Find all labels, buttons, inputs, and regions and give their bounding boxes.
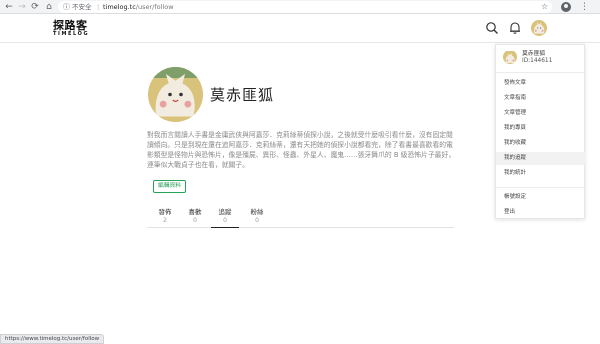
tab-label: 喜歡 (188, 208, 202, 216)
profile-name: 莫赤匪狐 (210, 86, 275, 104)
security-label: 不安全 (72, 3, 92, 11)
tab-count: 0 (193, 217, 197, 224)
tab-count: 0 (223, 217, 227, 224)
url-path: /user/follow (135, 3, 174, 11)
edit-profile-button[interactable]: 編輯資料 (153, 180, 186, 193)
profile-avatar (148, 67, 203, 122)
logo-en: TIMELOG (53, 31, 90, 37)
logo-cn: 探路客 (53, 19, 88, 32)
tab-count: 0 (255, 217, 259, 224)
url-host: timelog.tc (103, 3, 136, 11)
tab-label: 粉絲 (250, 208, 264, 216)
menu-item-my-page[interactable]: 我的專頁 (496, 122, 585, 135)
url-text: timelog.tc/user/follow (103, 1, 174, 13)
menu-item-account-settings[interactable]: 帳號設定 (496, 191, 585, 204)
bell-icon[interactable] (508, 21, 522, 35)
menu-item-publish-article[interactable]: 發佈文章 (496, 77, 585, 90)
dropdown-username: 莫赤匪狐 (522, 51, 546, 57)
tab-posts[interactable]: 發佈 2 (151, 208, 179, 228)
menu-item-logout[interactable]: 登出 (496, 206, 585, 219)
site-logo[interactable]: 探路客 TIMELOG (53, 20, 93, 37)
menu-item-my-following[interactable]: 我的追蹤 (496, 152, 585, 165)
site-header: 探路客 TIMELOG (0, 14, 600, 43)
home-icon[interactable]: ⌂ (43, 1, 55, 13)
search-icon[interactable] (485, 21, 499, 35)
tab-following[interactable]: 追蹤 0 (211, 208, 239, 228)
star-icon[interactable]: ☆ (541, 1, 548, 13)
address-separator: | (97, 3, 100, 11)
reload-icon[interactable]: ⟳ (29, 1, 41, 13)
browser-toolbar: ← → ⟳ ⌂ ⓘ 不安全 | timelog.tc/user/follow ☆… (0, 0, 600, 14)
header-avatar[interactable] (531, 20, 547, 36)
menu-item-article-guide[interactable]: 文章指南 (496, 92, 585, 105)
tab-likes[interactable]: 喜歡 0 (181, 208, 209, 228)
tab-count: 2 (163, 217, 167, 224)
tab-label: 發佈 (158, 208, 172, 216)
menu-item-my-favorites[interactable]: 我的收藏 (496, 137, 585, 150)
tab-followers[interactable]: 粉絲 0 (243, 208, 271, 228)
profile-bio: 對我而言閱讀人手書是金庸武俠與阿嘉莎．克莉絲蒂偵探小說，之後就受什麼吸引看什麼，… (147, 131, 456, 169)
profile-icon[interactable] (561, 2, 571, 12)
address-bar[interactable]: ⓘ 不安全 | timelog.tc/user/follow (58, 1, 552, 13)
info-icon[interactable]: ⓘ (63, 1, 70, 13)
divider (496, 187, 586, 188)
divider (496, 72, 586, 73)
user-dropdown-menu: 莫赤匪狐 ID:144611 發佈文章 文章指南 文章管理 我的專頁 我的收藏 … (495, 44, 586, 219)
tab-label: 追蹤 (218, 208, 232, 216)
profile-tabs: 發佈 2 喜歡 0 追蹤 0 粉絲 0 (147, 208, 454, 228)
back-icon[interactable]: ← (3, 1, 15, 13)
dropdown-avatar (503, 50, 517, 64)
forward-icon[interactable]: → (16, 1, 28, 13)
dropdown-user-id: ID:144611 (522, 58, 553, 64)
menu-item-my-stats[interactable]: 我的統計 (496, 167, 585, 180)
browser-status-bar: https://www.timelog.tc/user/follow (0, 334, 105, 344)
menu-item-article-manage[interactable]: 文章管理 (496, 107, 585, 120)
menu-kebab-icon[interactable]: ⋮ (580, 1, 589, 13)
